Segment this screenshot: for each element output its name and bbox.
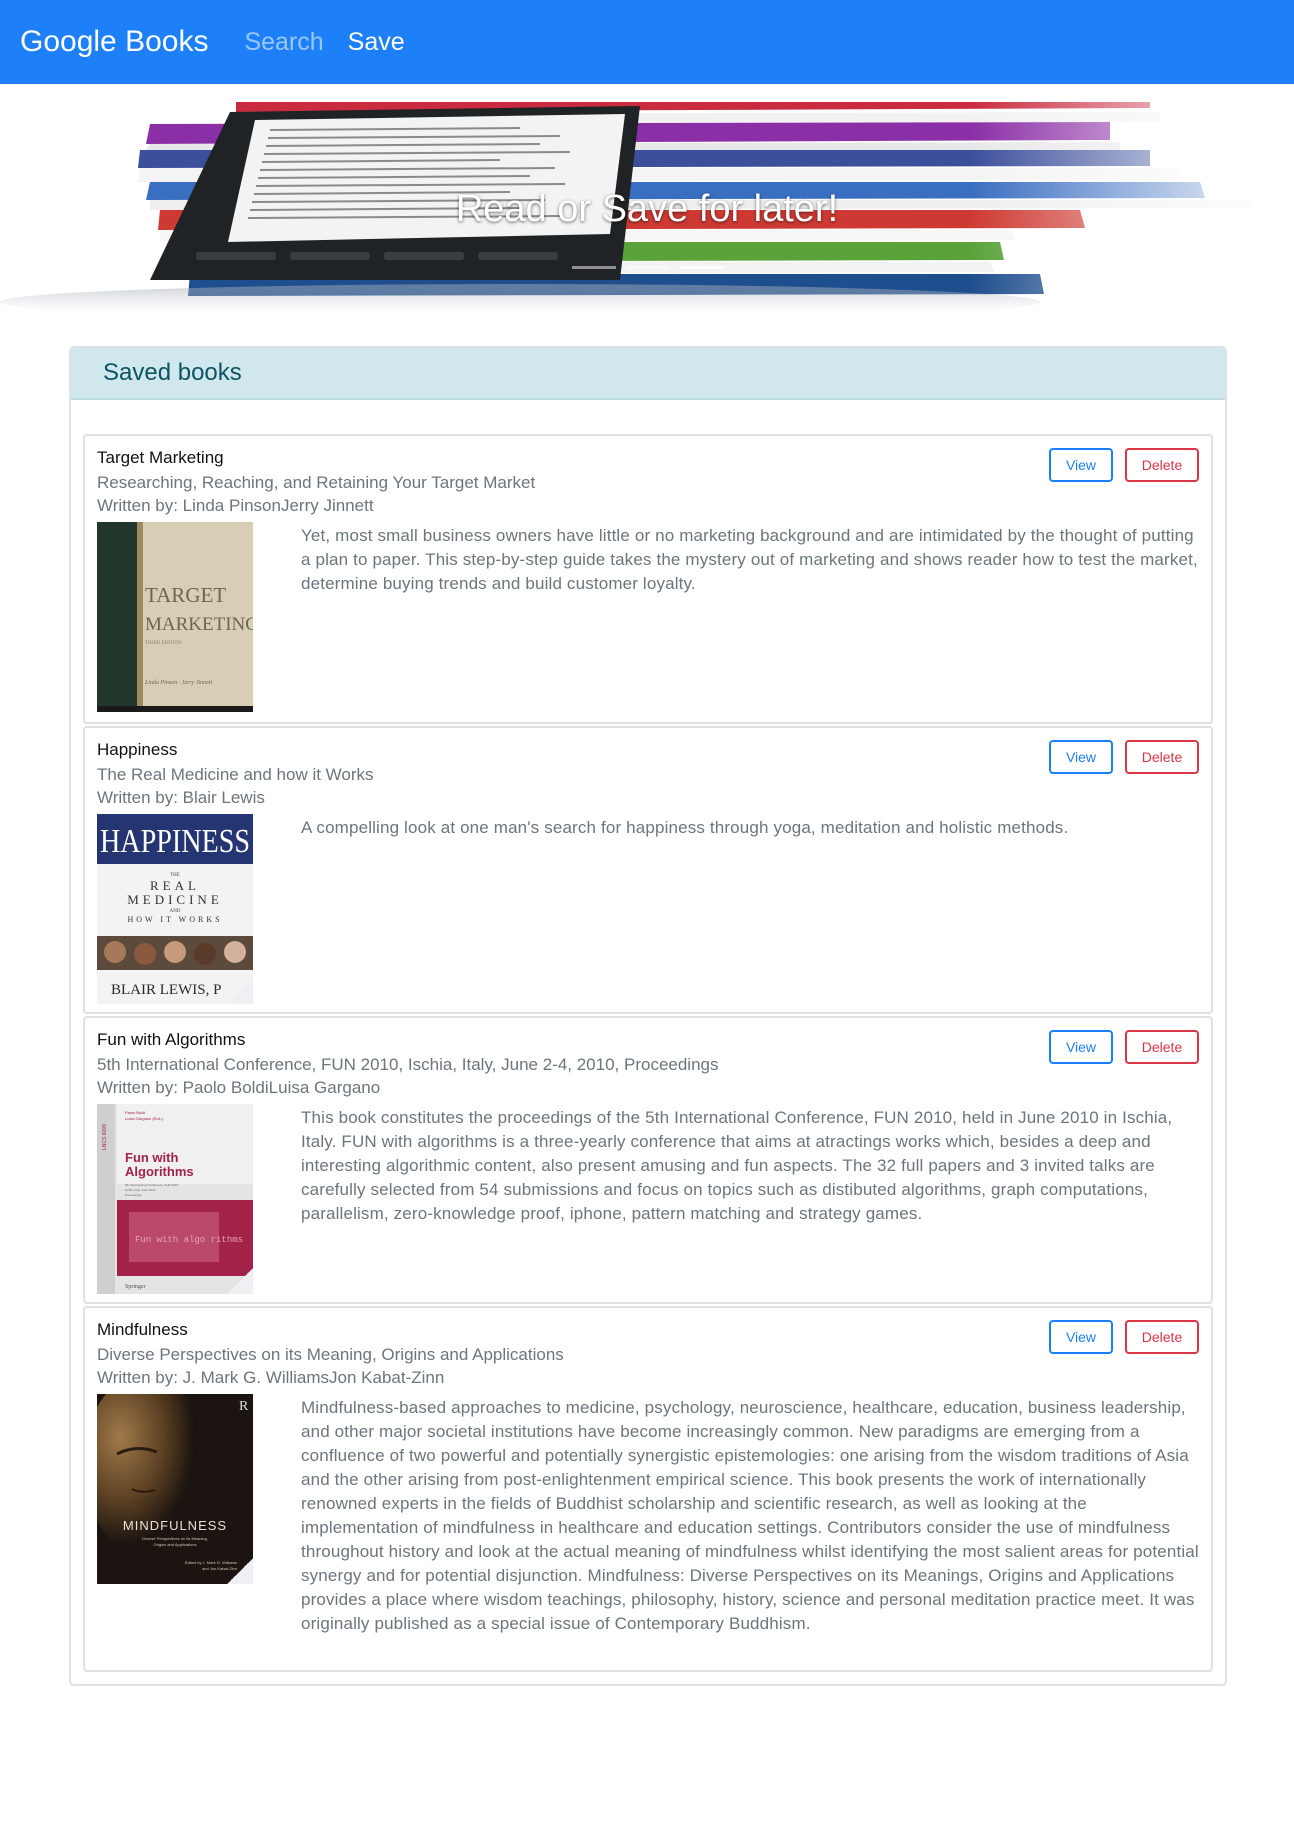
book-item: Target Marketing Researching, Reaching, … (83, 434, 1213, 724)
cover-text-fun-with: Fun with (125, 1150, 178, 1165)
book-subtitle: The Real Medicine and how it Works (97, 765, 374, 784)
page-curl-icon (227, 1558, 253, 1584)
carousel-indicator-3[interactable] (680, 266, 724, 269)
cover-text-and: AND (170, 909, 181, 914)
cover-text-how-it-works: HOW IT WORKS (127, 915, 222, 924)
cover-text-author: BLAIR LEWIS, P (111, 982, 221, 998)
book-cover-image: TARGET MARKETING THIRD EDITION Linda Pin… (97, 522, 253, 712)
delete-button[interactable]: Delete (1125, 1030, 1199, 1064)
cover-text-subtitle-1: Diverse Perspectives on its Meaning, (142, 1536, 208, 1541)
cover-text-authors: Linda Pinson · Jerry Jinnett (144, 680, 212, 686)
saved-books-list: Target Marketing Researching, Reaching, … (71, 400, 1225, 1672)
cover-text-real: REAL (150, 878, 200, 893)
cover-text-target: TARGET (145, 583, 226, 607)
delete-button[interactable]: Delete (1125, 448, 1199, 482)
navbar: Google Books Search Save (0, 0, 1294, 84)
book-subtitle: 5th International Conference, FUN 2010, … (97, 1055, 719, 1074)
page-curl-icon (227, 1268, 253, 1294)
cover-text-conference: 5th International Conference, FUN 2010 (125, 1183, 179, 1187)
book-description: Mindfulness-based approaches to medicine… (301, 1398, 1199, 1633)
book-title: Happiness (97, 740, 178, 759)
view-button[interactable]: View (1049, 448, 1113, 482)
hero-caption: Read or Save for later! (455, 188, 839, 230)
book-actions: View Delete (1049, 1030, 1199, 1064)
cover-text-medicine: MEDICINE (127, 892, 223, 907)
book-authors: Written by: Paolo BoldiLuisa Gargano (97, 1078, 381, 1097)
book-description: This book constitutes the proceedings of… (301, 1108, 1173, 1223)
book-actions: View Delete (1049, 1320, 1199, 1354)
book-title: Mindfulness (97, 1320, 188, 1339)
cover-text-publisher: R (239, 1399, 249, 1414)
book-item: Fun with Algorithms 5th International Co… (83, 1016, 1213, 1304)
cover-text-editor-1: Paolo Boldi (125, 1110, 145, 1115)
book-authors: Written by: Blair Lewis (97, 788, 265, 807)
carousel-indicators (572, 266, 724, 269)
nav-link-search[interactable]: Search (244, 28, 323, 57)
book-title: Fun with Algorithms (97, 1030, 246, 1049)
delete-button[interactable]: Delete (1125, 740, 1199, 774)
book-cover-image: R MINDFULNESS Diverse Perspectives on it… (97, 1394, 253, 1584)
carousel-indicator-1[interactable] (572, 266, 616, 269)
book-item: Mindfulness Diverse Perspectives on its … (83, 1306, 1213, 1672)
book-item: Happiness The Real Medicine and how it W… (83, 726, 1213, 1014)
cover-text-proceedings: Proceedings (125, 1193, 142, 1197)
cover-text-location: Ischia, Italy, June 2010 (125, 1188, 156, 1192)
cover-text-fun-with-algo: Fun with algo rithms (135, 1235, 243, 1245)
hero-carousel: Read or Save for later! (0, 84, 1294, 310)
cover-text-editor-2: Luisa Gargano (Eds.) (125, 1116, 164, 1121)
book-description: A compelling look at one man's search fo… (301, 818, 1069, 837)
view-button[interactable]: View (1049, 740, 1113, 774)
book-authors: Written by: Linda PinsonJerry Jinnett (97, 496, 374, 515)
book-cover-image: Paolo Boldi Luisa Gargano (Eds.) LNCS 60… (97, 1104, 253, 1294)
book-title: Target Marketing (97, 448, 224, 467)
saved-books-header: Saved books (71, 348, 1225, 400)
page-curl-icon (227, 978, 253, 1004)
cover-text-series: LNCS 6099 (102, 1124, 108, 1150)
book-subtitle: Diverse Perspectives on its Meaning, Ori… (97, 1345, 564, 1364)
book-subtitle: Researching, Reaching, and Retaining You… (97, 473, 536, 492)
book-authors: Written by: J. Mark G. WilliamsJon Kabat… (97, 1368, 445, 1387)
book-actions: View Delete (1049, 740, 1199, 774)
view-button[interactable]: View (1049, 1030, 1113, 1064)
cover-text-springer: Springer (125, 1284, 146, 1290)
saved-books-title: Saved books (103, 359, 242, 386)
cover-text-happiness: HAPPINESS (100, 823, 250, 860)
cover-text-marketing: MARKETING (145, 614, 253, 635)
delete-button[interactable]: Delete (1125, 1320, 1199, 1354)
view-button[interactable]: View (1049, 1320, 1113, 1354)
cover-text-mindfulness: MINDFULNESS (123, 1518, 227, 1533)
book-cover-image: HAPPINESS THE REAL MEDICINE AND HOW IT W… (97, 814, 253, 1004)
book-description: Yet, most small business owners have lit… (301, 526, 1198, 593)
book-actions: View Delete (1049, 448, 1199, 482)
brand-link[interactable]: Google Books (20, 25, 208, 59)
carousel-indicator-2[interactable] (626, 266, 670, 269)
saved-books-card: Saved books Target Marketing Researching… (69, 346, 1227, 1686)
cover-text-algorithms: Algorithms (125, 1164, 194, 1179)
nav-link-save[interactable]: Save (348, 28, 405, 57)
cover-text-edition: THIRD EDITION (145, 641, 182, 646)
cover-text-subtitle-2: Origins and Applications (154, 1542, 197, 1547)
